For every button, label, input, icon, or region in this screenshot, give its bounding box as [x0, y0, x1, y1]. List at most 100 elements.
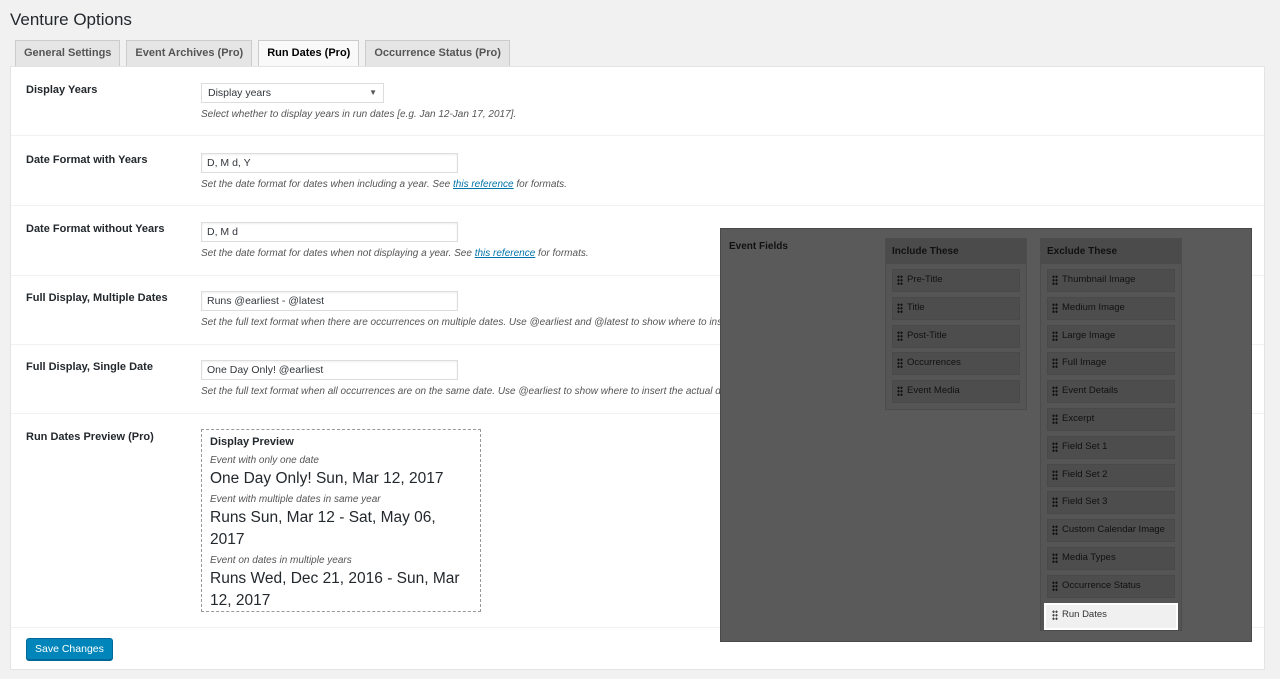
include-item-label: Title — [907, 301, 925, 313]
exclude-column: Exclude These Thumbnail Image Medium Ima… — [1040, 238, 1182, 631]
drag-handle-icon — [1052, 275, 1058, 285]
display-years-description: Select whether to display years in run d… — [201, 109, 517, 120]
settings-tabs: General Settings Event Archives (Pro) Ru… — [15, 40, 510, 67]
include-item-label: Event Media — [907, 385, 960, 397]
full-multiple-field: Runs @earliest - @latest Set the full te… — [201, 291, 728, 328]
preview-title: Display Preview — [210, 436, 294, 448]
exclude-item[interactable]: Event Details — [1047, 380, 1175, 404]
drag-handle-icon — [897, 358, 903, 369]
drag-handle-icon — [897, 302, 903, 313]
full-multiple-label: Full Display, Multiple Dates — [26, 292, 168, 304]
preview-value-single: One Day Only! Sun, Mar 12, 2017 — [210, 470, 444, 487]
date-format-no-years-desc-before: Set the date format for dates when not d… — [201, 248, 475, 259]
exclude-item[interactable]: Field Set 1 — [1047, 435, 1175, 459]
include-column-title: Include These — [886, 239, 1026, 264]
preview-caption-single: Event with only one date — [210, 455, 319, 466]
display-years-select[interactable]: Display years ▼ — [201, 83, 384, 103]
preview-caption-multi-year: Event on dates in multiple years — [210, 555, 352, 566]
include-item-label: Occurrences — [907, 357, 961, 369]
exclude-item[interactable]: Thumbnail Image — [1047, 269, 1175, 292]
date-format-years-input[interactable]: D, M d, Y — [201, 153, 458, 173]
exclude-item-label: Medium Image — [1062, 301, 1125, 313]
exclude-item-label: Occurrence Status — [1062, 579, 1141, 591]
drag-handle-icon — [1052, 580, 1058, 591]
full-single-input[interactable]: One Day Only! @earliest — [201, 360, 458, 380]
drag-handle-icon — [1052, 552, 1058, 563]
exclude-item-label: Custom Calendar Image — [1062, 524, 1165, 536]
full-single-label: Full Display, Single Date — [26, 361, 153, 373]
include-list: Pre-Title Title Post-Title Occurrences E… — [886, 264, 1026, 404]
save-changes-button[interactable]: Save Changes — [26, 638, 113, 660]
date-format-no-years-label: Date Format without Years — [26, 223, 165, 235]
date-format-years-desc-before: Set the date format for dates when inclu… — [201, 179, 454, 190]
include-column: Include These Pre-Title Title Post-Title… — [885, 238, 1027, 410]
date-format-years-desc-after: for formats. — [513, 179, 567, 190]
event-fields-label: Event Fields — [729, 241, 788, 252]
exclude-item-label: Field Set 1 — [1062, 440, 1108, 452]
date-format-no-years-field: D, M d Set the date format for dates whe… — [201, 222, 589, 259]
page-title: Venture Options — [10, 10, 132, 29]
include-item[interactable]: Occurrences — [892, 352, 1020, 376]
date-format-no-years-input[interactable]: D, M d — [201, 222, 458, 242]
exclude-item[interactable]: Occurrence Status — [1047, 574, 1175, 598]
tab-run-dates[interactable]: Run Dates (Pro) — [258, 40, 360, 67]
exclude-item[interactable]: Full Image — [1047, 352, 1175, 376]
include-item[interactable]: Post-Title — [892, 324, 1020, 348]
preview-label: Run Dates Preview (Pro) — [26, 431, 154, 443]
include-item[interactable]: Title — [892, 296, 1020, 320]
include-item[interactable]: Pre-Title — [892, 269, 1020, 292]
preview-value-multi-year: Runs Wed, Dec 21, 2016 - Sun, Mar 12, 20… — [210, 570, 460, 609]
drag-handle-icon — [1052, 525, 1058, 536]
exclude-item[interactable]: Excerpt — [1047, 407, 1175, 431]
full-single-description: Set the full text format when all occurr… — [201, 386, 727, 397]
exclude-column-title: Exclude These — [1041, 239, 1181, 264]
drag-handle-icon — [1052, 497, 1058, 508]
exclude-item[interactable]: Field Set 2 — [1047, 463, 1175, 487]
exclude-item-run-dates[interactable]: Run Dates — [1044, 602, 1178, 630]
tab-occurrence-status[interactable]: Occurrence Status (Pro) — [365, 40, 510, 66]
exclude-item-label: Thumbnail Image — [1062, 274, 1136, 285]
display-years-label: Display Years — [26, 84, 98, 96]
full-single-field: One Day Only! @earliest Set the full tex… — [201, 360, 726, 397]
date-format-years-reference-link[interactable]: this reference — [453, 179, 514, 190]
exclude-item[interactable]: Custom Calendar Image — [1047, 519, 1175, 543]
drag-handle-icon — [897, 330, 903, 341]
drag-handle-icon — [1052, 469, 1058, 480]
display-years-value: Display years — [208, 87, 272, 99]
include-item-label: Pre-Title — [907, 274, 943, 285]
full-multiple-input[interactable]: Runs @earliest - @latest — [201, 291, 458, 311]
drag-handle-icon — [897, 275, 903, 285]
exclude-item-label: Field Set 2 — [1062, 468, 1108, 480]
event-fields-overlay: Event Fields Include These Pre-Title Tit… — [720, 228, 1252, 642]
display-years-field: Display years ▼ Select whether to displa… — [201, 83, 516, 120]
preview-caption-same-year: Event with multiple dates in same year — [210, 494, 381, 505]
date-format-no-years-reference-link[interactable]: this reference — [475, 248, 536, 259]
chevron-down-icon: ▼ — [369, 88, 377, 97]
display-preview-box: Display Preview Event with only one date… — [201, 429, 481, 612]
date-format-no-years-desc-after: for formats. — [535, 248, 589, 259]
row-display-years: Display Years Display years ▼ Select whe… — [11, 67, 1264, 136]
exclude-item-label: Large Image — [1062, 329, 1116, 341]
row-date-format-years: Date Format with Years D, M d, Y Set the… — [11, 137, 1264, 206]
exclude-item[interactable]: Media Types — [1047, 546, 1175, 570]
drag-handle-icon — [1052, 358, 1058, 369]
exclude-item-label: Full Image — [1062, 357, 1107, 369]
drag-handle-icon — [1052, 609, 1058, 620]
exclude-item[interactable]: Field Set 3 — [1047, 491, 1175, 515]
date-format-no-years-description: Set the date format for dates when not d… — [201, 248, 589, 259]
date-format-years-description: Set the date format for dates when inclu… — [201, 179, 567, 190]
date-format-years-label: Date Format with Years — [26, 154, 148, 166]
exclude-item[interactable]: Large Image — [1047, 324, 1175, 348]
exclude-item-label: Event Details — [1062, 385, 1118, 397]
exclude-item[interactable]: Medium Image — [1047, 296, 1175, 320]
exclude-item-label: Media Types — [1062, 551, 1116, 563]
full-multiple-description: Set the full text format when there are … — [201, 317, 728, 328]
drag-handle-icon — [1052, 302, 1058, 313]
tab-general-settings[interactable]: General Settings — [15, 40, 121, 66]
drag-handle-icon — [1052, 386, 1058, 397]
drag-handle-icon — [1052, 413, 1058, 424]
exclude-item-label: Run Dates — [1062, 608, 1107, 620]
include-item[interactable]: Event Media — [892, 380, 1020, 404]
tab-event-archives[interactable]: Event Archives (Pro) — [126, 40, 253, 66]
drag-handle-icon — [1052, 330, 1058, 341]
